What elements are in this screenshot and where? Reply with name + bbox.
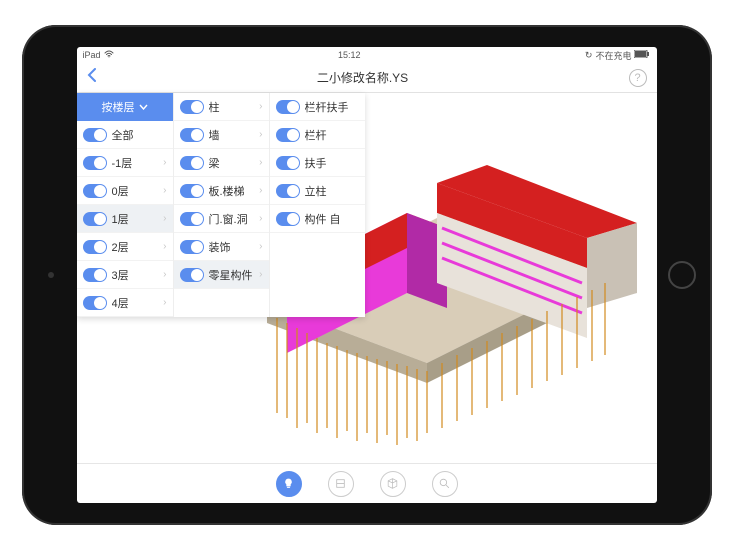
filter-row[interactable]: 立柱 bbox=[270, 177, 365, 205]
navbar: 二小修改名称.YS ? bbox=[77, 63, 657, 93]
filter-label: 4层 bbox=[112, 295, 159, 311]
toggle-switch[interactable] bbox=[83, 128, 107, 142]
filter-label: 栏杆 bbox=[305, 127, 359, 143]
page-title: 二小修改名称.YS bbox=[317, 69, 408, 86]
filter-row[interactable]: 墙› bbox=[174, 121, 269, 149]
toggle-switch[interactable] bbox=[276, 100, 300, 114]
status-time: 15:12 bbox=[338, 50, 361, 60]
filter-label: 1层 bbox=[112, 211, 159, 227]
toggle-switch[interactable] bbox=[83, 296, 107, 310]
filter-col-subcategories: 栏杆扶手栏杆扶手立柱构件 自 bbox=[269, 93, 365, 317]
filter-row[interactable]: 2层 › bbox=[77, 233, 173, 261]
toggle-switch[interactable] bbox=[180, 212, 204, 226]
chevron-right-icon: › bbox=[259, 129, 262, 140]
filter-label: 全部 bbox=[112, 127, 167, 143]
toggle-switch[interactable] bbox=[83, 268, 107, 282]
filter-label: -1层 bbox=[112, 155, 159, 171]
camera-dot bbox=[48, 272, 54, 278]
filter-label: 板.楼梯 bbox=[209, 183, 255, 199]
bottom-toolbar bbox=[77, 463, 657, 503]
chevron-right-icon: › bbox=[259, 213, 262, 224]
filter-row[interactable]: 板.楼梯 › bbox=[174, 177, 269, 205]
chevron-right-icon: › bbox=[163, 213, 166, 224]
home-button[interactable] bbox=[668, 261, 696, 289]
filter-row[interactable]: 梁› bbox=[174, 149, 269, 177]
main-viewport[interactable]: 按楼层 全部-1层›0层›1层›2层›3层›4层› 柱›墙›梁›板.楼梯›门.窗… bbox=[77, 93, 657, 463]
tool-bulb[interactable] bbox=[276, 471, 302, 497]
toggle-switch[interactable] bbox=[180, 100, 204, 114]
toggle-switch[interactable] bbox=[276, 128, 300, 142]
back-button[interactable] bbox=[87, 68, 97, 87]
chevron-right-icon: › bbox=[259, 157, 262, 168]
chevron-right-icon: › bbox=[259, 269, 262, 280]
filter-header[interactable]: 按楼层 bbox=[77, 93, 173, 121]
filter-label: 立柱 bbox=[305, 183, 359, 199]
tool-cube[interactable] bbox=[380, 471, 406, 497]
device-label: iPad bbox=[83, 50, 101, 60]
wifi-icon bbox=[104, 50, 114, 60]
filter-row[interactable]: 栏杆 bbox=[270, 121, 365, 149]
filter-col-categories: 柱›墙›梁›板.楼梯›门.窗.洞›装饰›零星构件› bbox=[173, 93, 269, 317]
status-bar: iPad 15:12 ↻ 不在充电 bbox=[77, 47, 657, 63]
toggle-switch[interactable] bbox=[83, 212, 107, 226]
toggle-switch[interactable] bbox=[180, 240, 204, 254]
toggle-switch[interactable] bbox=[180, 268, 204, 282]
filter-label: 3层 bbox=[112, 267, 159, 283]
filter-row[interactable]: -1层 › bbox=[77, 149, 173, 177]
filter-label: 柱 bbox=[209, 99, 255, 115]
tool-search[interactable] bbox=[432, 471, 458, 497]
chevron-right-icon: › bbox=[259, 241, 262, 252]
toggle-switch[interactable] bbox=[83, 240, 107, 254]
filter-label: 门.窗.洞 bbox=[209, 211, 255, 227]
filter-row[interactable]: 0层 › bbox=[77, 177, 173, 205]
filter-row[interactable]: 4层 › bbox=[77, 289, 173, 317]
filter-row[interactable]: 栏杆扶手 bbox=[270, 93, 365, 121]
filter-row[interactable]: 零星构件 › bbox=[174, 261, 269, 289]
toggle-switch[interactable] bbox=[180, 184, 204, 198]
chevron-right-icon: › bbox=[163, 157, 166, 168]
sync-icon: ↻ bbox=[585, 50, 593, 61]
filter-label: 墙 bbox=[209, 127, 255, 143]
filter-label: 梁 bbox=[209, 155, 255, 171]
filter-col-floors: 按楼层 全部 -1层 › 0层 › 1层 › 2层 › 3层 › 4层 › bbox=[77, 93, 173, 317]
toggle-switch[interactable] bbox=[276, 184, 300, 198]
ipad-frame: iPad 15:12 ↻ 不在充电 二小修改名称.YS ? bbox=[22, 25, 712, 525]
battery-icon bbox=[634, 50, 650, 60]
filter-row[interactable]: 柱› bbox=[174, 93, 269, 121]
chevron-right-icon: › bbox=[163, 185, 166, 196]
chevron-right-icon: › bbox=[163, 241, 166, 252]
chevron-right-icon: › bbox=[259, 101, 262, 112]
filter-label: 2层 bbox=[112, 239, 159, 255]
filter-row[interactable]: 全部 bbox=[77, 121, 173, 149]
filter-label: 构件 自 bbox=[305, 211, 359, 227]
filter-row[interactable]: 3层 › bbox=[77, 261, 173, 289]
filter-row[interactable]: 装饰 › bbox=[174, 233, 269, 261]
chevron-down-icon bbox=[139, 101, 148, 113]
toggle-switch[interactable] bbox=[180, 156, 204, 170]
filter-label: 扶手 bbox=[305, 155, 359, 171]
filter-label: 零星构件 bbox=[209, 267, 255, 283]
filter-row[interactable]: 1层 › bbox=[77, 205, 173, 233]
tool-section[interactable] bbox=[328, 471, 354, 497]
help-button[interactable]: ? bbox=[629, 69, 647, 87]
battery-text: 不在充电 bbox=[595, 49, 631, 62]
filter-row[interactable]: 门.窗.洞 › bbox=[174, 205, 269, 233]
filter-label: 0层 bbox=[112, 183, 159, 199]
chevron-right-icon: › bbox=[259, 185, 262, 196]
filter-row[interactable]: 扶手 bbox=[270, 149, 365, 177]
toggle-switch[interactable] bbox=[83, 184, 107, 198]
toggle-switch[interactable] bbox=[83, 156, 107, 170]
floor-filter-panel: 按楼层 全部-1层›0层›1层›2层›3层›4层› 柱›墙›梁›板.楼梯›门.窗… bbox=[77, 93, 365, 317]
toggle-switch[interactable] bbox=[276, 156, 300, 170]
chevron-right-icon: › bbox=[163, 269, 166, 280]
screen: iPad 15:12 ↻ 不在充电 二小修改名称.YS ? bbox=[77, 47, 657, 503]
toggle-switch[interactable] bbox=[180, 128, 204, 142]
chevron-right-icon: › bbox=[163, 297, 166, 308]
filter-label: 装饰 bbox=[209, 239, 255, 255]
toggle-switch[interactable] bbox=[276, 212, 300, 226]
filter-row[interactable]: 构件 自 bbox=[270, 205, 365, 233]
filter-label: 栏杆扶手 bbox=[305, 99, 359, 115]
